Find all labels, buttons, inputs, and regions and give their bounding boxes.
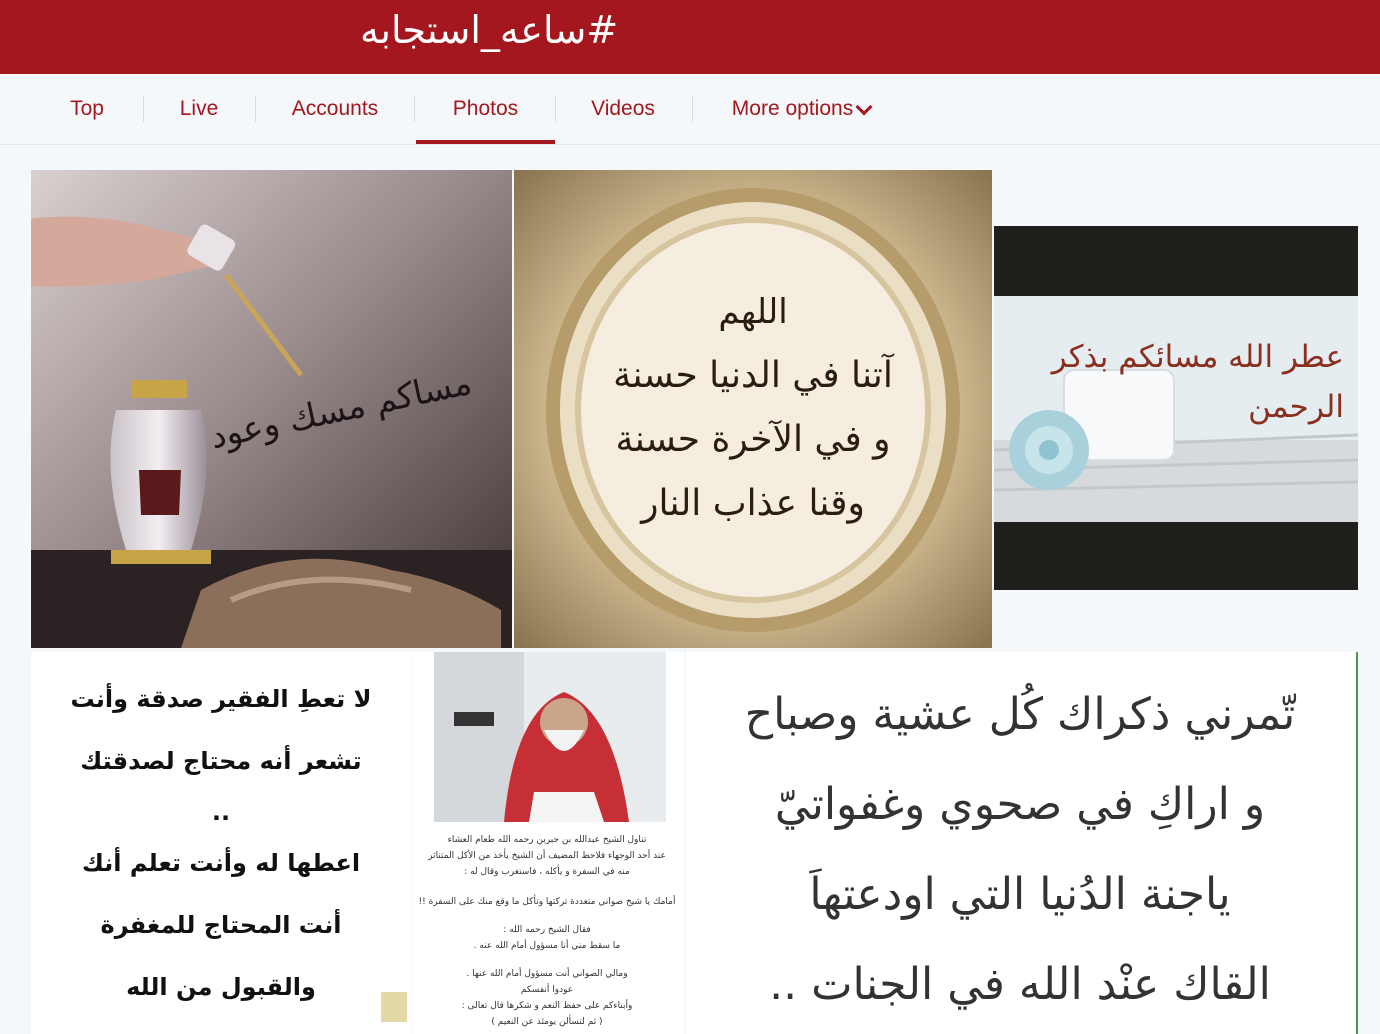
tab-accounts[interactable]: Accounts xyxy=(280,74,390,144)
tab-divider xyxy=(143,96,144,122)
story-line: عند أحد الوجهاء فلاحظ المضيف أن الشيخ يأ… xyxy=(428,851,666,861)
story-line: ما سقط مني أنا مسؤول أمام الله عنه . xyxy=(473,941,621,951)
story-line: تناول الشيخ عبدالله بن جبرين رحمه الله ط… xyxy=(447,835,647,845)
tab-top[interactable]: Top xyxy=(54,74,120,144)
poem-text: تّمرني ذكراك كُل عشية وصباح و اراكِ في ص… xyxy=(686,670,1354,1030)
photo-perfume[interactable]: مساكم مسك وعود xyxy=(31,170,512,648)
story-line: وأبناءكم على حفظ النعم و شكرها قال تعالى… xyxy=(461,1001,633,1011)
tab-videos[interactable]: Videos xyxy=(578,74,668,144)
tab-divider xyxy=(414,96,415,122)
story-line: فقال الشيخ رحمه الله : xyxy=(503,925,591,935)
charity-text: لا تعطِ الفقير صدقة وأنت تشعر أنه محتاج … xyxy=(31,668,411,1018)
chevron-down-icon xyxy=(855,98,873,116)
sheikh-portrait-image xyxy=(434,652,666,822)
tab-more-options[interactable]: More options xyxy=(716,74,886,144)
story-line: منه في السفرة و يأكله ، فاستغرب وقال له … xyxy=(464,867,630,877)
story-line: عودوا أنفسكم xyxy=(520,985,574,995)
rose-text: عطر الله مسائكم بذكر الرحمن xyxy=(1014,332,1344,432)
more-options-label: More options xyxy=(731,97,854,120)
rose-line: عطر الله مسائكم بذكر xyxy=(1051,339,1344,375)
story-line: ومالي الصواني أنت مسؤول أمام الله عنها . xyxy=(466,969,628,979)
charity-line: تشعر أنه محتاج لصدقتك xyxy=(80,747,362,775)
photo-dua[interactable]: اللهم آتنا في الدنيا حسنة و في الآخرة حس… xyxy=(514,170,992,648)
poem-line: ياجنة الدُنيا التي اودعتهاَ xyxy=(809,869,1231,920)
dua-line: وقنا عذاب النار xyxy=(641,483,865,524)
hashtag-header: #ساعه_استجابه xyxy=(0,0,1380,74)
rose-line: الرحمن xyxy=(1248,389,1344,425)
tab-divider xyxy=(255,96,256,122)
charity-line: اعطها له وأنت تعلم أنك xyxy=(81,849,361,877)
tab-divider xyxy=(555,96,556,122)
dua-text: اللهم آتنا في الدنيا حسنة و في الآخرة حس… xyxy=(514,280,992,536)
tab-live[interactable]: Live xyxy=(166,74,232,144)
dua-line: آتنا في الدنيا حسنة xyxy=(613,355,893,396)
poem-line: القاك عنْد الله في الجنات .. xyxy=(769,959,1271,1010)
charity-line: والقبول من الله xyxy=(126,973,316,1001)
charity-line: .. xyxy=(211,798,231,826)
sheikh-story: تناول الشيخ عبدالله بن جبرين رحمه الله ط… xyxy=(412,832,682,1030)
poem-line: و اراكِ في صحوي وغفواتيّ xyxy=(774,779,1266,830)
photo-charity[interactable]: لا تعطِ الفقير صدقة وأنت تشعر أنه محتاج … xyxy=(31,652,411,1034)
tab-divider xyxy=(692,96,693,122)
photo-poem[interactable]: تّمرني ذكراك كُل عشية وصباح و اراكِ في ص… xyxy=(686,652,1358,1034)
photo-sheikh[interactable]: تناول الشيخ عبدالله بن جبرين رحمه الله ط… xyxy=(412,652,684,1034)
watermark-logo-icon xyxy=(381,992,407,1022)
poem-line: تّمرني ذكراك كُل عشية وصباح xyxy=(744,689,1296,740)
dua-line: اللهم xyxy=(718,292,788,332)
search-tabs: Top Live Accounts Photos Videos More opt… xyxy=(0,74,1380,145)
dua-line: و في الآخرة حسنة xyxy=(615,419,891,460)
tab-photos[interactable]: Photos xyxy=(416,74,555,144)
story-line: ( ثم لتسألن يومئذ عن النعيم ) xyxy=(491,1017,603,1027)
charity-line: لا تعطِ الفقير صدقة وأنت xyxy=(70,685,372,713)
hashtag-title: #ساعه_استجابه xyxy=(360,8,619,52)
story-line: أمامك يا شيخ صواني متعددة تركتها وتأكل م… xyxy=(418,897,676,907)
photo-rose[interactable]: عطر الله مسائكم بذكر الرحمن xyxy=(994,170,1358,648)
charity-line: أنت المحتاج للمغفرة xyxy=(100,911,342,939)
